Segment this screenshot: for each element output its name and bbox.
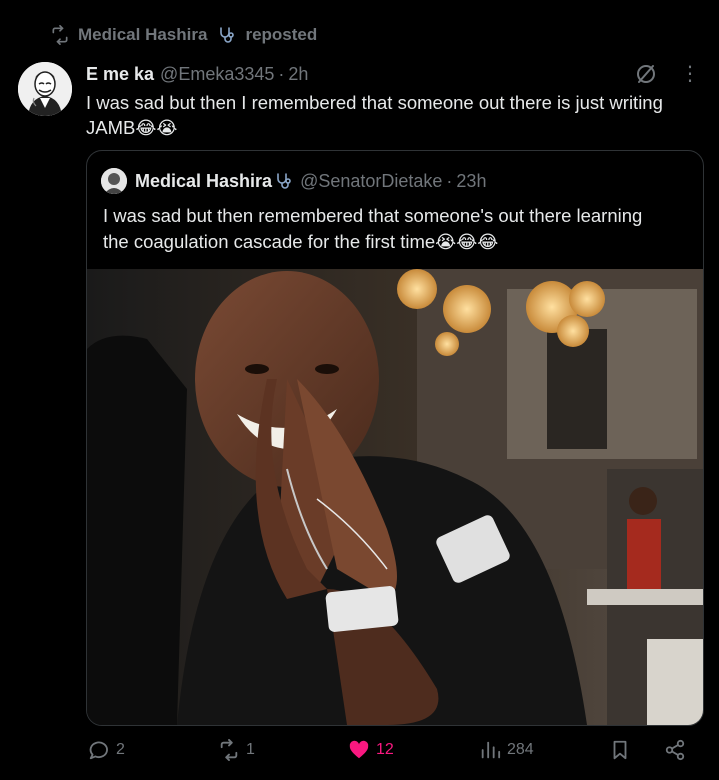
- heart-icon: [349, 740, 369, 759]
- bookmark-button[interactable]: [609, 739, 631, 761]
- reply-button[interactable]: 2: [88, 739, 125, 761]
- tweet-header: E me ka @Emeka3345 · 2h: [86, 60, 308, 88]
- stethoscope-emoji-icon: [277, 173, 291, 189]
- quote-time: 23h: [456, 170, 487, 191]
- author-name[interactable]: E me ka: [86, 64, 154, 85]
- repost-indicator: Medical Hashira reposted: [50, 22, 317, 48]
- quote-header: Medical Hashira @SenatorDietake · 23h: [101, 167, 486, 195]
- tweet-text: I was sad but then I remembered that som…: [86, 90, 711, 141]
- more-options-icon[interactable]: ⋮: [680, 64, 700, 88]
- quoted-tweet[interactable]: Medical Hashira @SenatorDietake · 23h I …: [86, 150, 704, 726]
- repost-button[interactable]: 1: [218, 739, 255, 761]
- quote-image[interactable]: [87, 269, 703, 725]
- grok-icon[interactable]: [634, 62, 658, 86]
- quote-author-avatar: [101, 168, 127, 194]
- like-button[interactable]: 12: [348, 739, 394, 761]
- separator: ·: [278, 63, 285, 84]
- share-icon: [665, 739, 685, 761]
- tweet-emojis: 😂😭: [135, 118, 178, 138]
- tweet-actions: 2 1 12 284: [86, 736, 696, 766]
- views-count: 284: [507, 741, 534, 758]
- quote-author-handle: @SenatorDietake: [300, 170, 443, 191]
- repost-label: reposted: [245, 25, 318, 44]
- quote-text-line: the coagulation cascade for the first ti…: [103, 231, 436, 252]
- views-icon: [481, 741, 501, 759]
- reply-count: 2: [116, 741, 125, 758]
- separator: ·: [446, 170, 453, 191]
- reply-icon: [89, 741, 108, 760]
- share-button[interactable]: [664, 739, 686, 761]
- repost-icon: [220, 739, 238, 761]
- quote-text-line: I was sad but then remembered that someo…: [103, 205, 643, 226]
- repost-user[interactable]: Medical Hashira: [78, 25, 207, 45]
- repost-count: 1: [246, 741, 255, 758]
- tweet-time[interactable]: 2h: [288, 64, 308, 85]
- author-avatar[interactable]: [18, 62, 72, 116]
- tweet-text-line: I was sad but then I remembered that som…: [86, 92, 663, 113]
- quote-author-name: Medical Hashira: [135, 170, 273, 191]
- quote-emojis: 😭😂😂: [435, 232, 499, 252]
- repost-icon: [52, 25, 68, 45]
- tweet-text-line: JAMB: [86, 117, 136, 138]
- stethoscope-emoji-icon: [220, 27, 235, 43]
- bookmark-icon: [613, 740, 627, 760]
- author-handle[interactable]: @Emeka3345: [160, 64, 274, 85]
- quote-text: I was sad but then remembered that someo…: [103, 203, 688, 255]
- like-count: 12: [376, 741, 394, 758]
- views-button[interactable]: 284: [479, 739, 534, 761]
